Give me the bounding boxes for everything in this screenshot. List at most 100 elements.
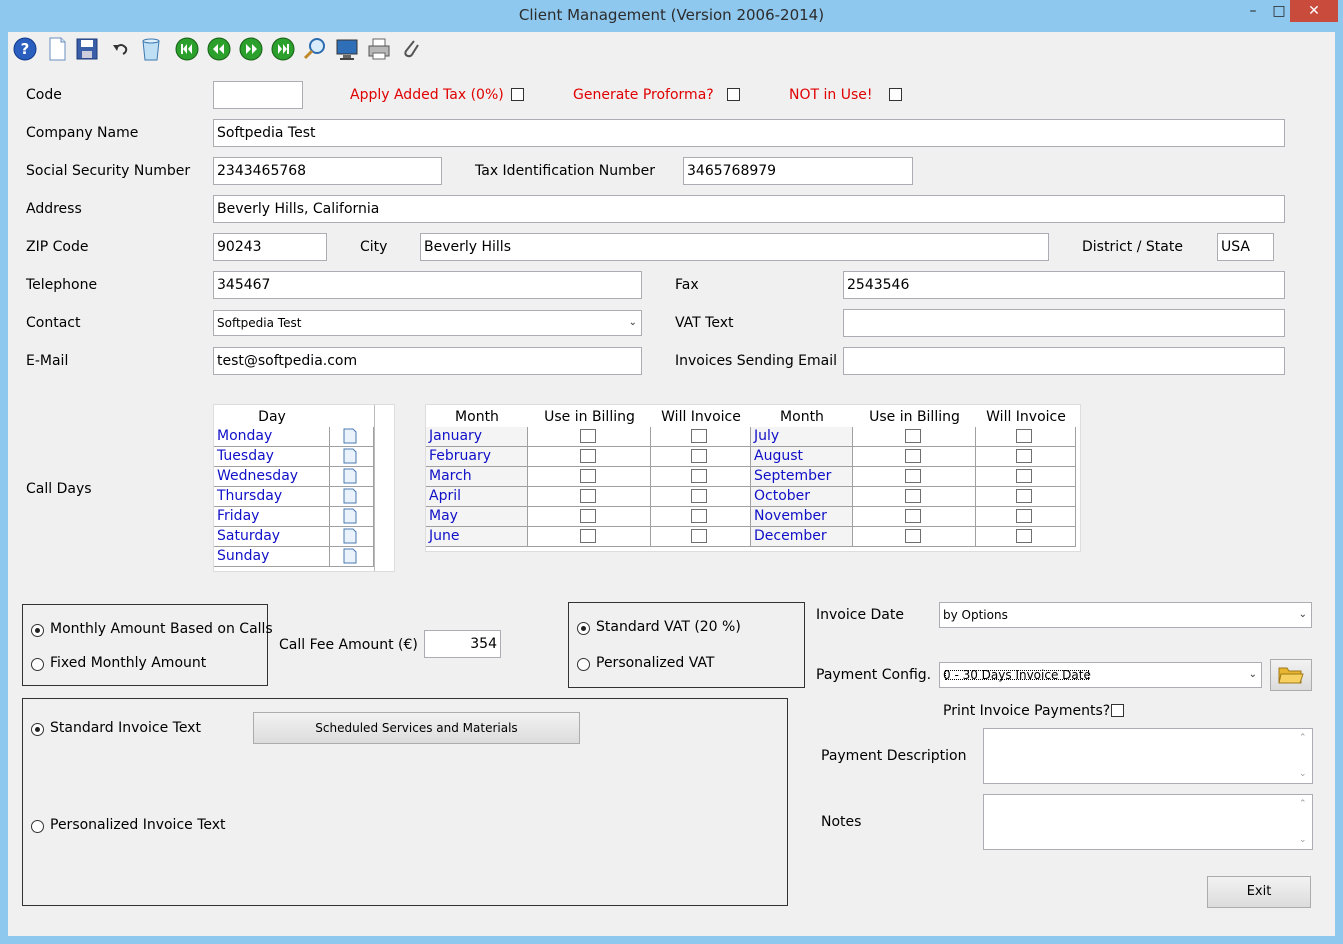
new-icon[interactable]	[44, 36, 70, 62]
close-button[interactable]: ✕	[1290, 0, 1338, 22]
day-cell[interactable]: Sunday	[214, 547, 330, 567]
search-icon[interactable]	[302, 36, 328, 62]
use-in-billing-checkbox[interactable]	[905, 469, 921, 483]
address-input[interactable]: Beverly Hills, California	[213, 195, 1285, 223]
monitor-icon[interactable]	[334, 36, 360, 62]
payment-desc-textarea[interactable]: ⌃ ⌄	[983, 728, 1313, 784]
tin-input[interactable]: 3465768979	[683, 157, 913, 185]
month-cell[interactable]: January	[426, 427, 528, 447]
will-invoice-checkbox[interactable]	[1016, 449, 1032, 463]
will-invoice-checkbox[interactable]	[691, 509, 707, 523]
month-cell[interactable]: March	[426, 467, 528, 487]
payment-config-select[interactable]: 0 - 30 Days Invoice Date ⌄	[939, 662, 1262, 688]
day-cell[interactable]: Saturday	[214, 527, 330, 547]
apply-tax-checkbox[interactable]	[511, 88, 524, 101]
notes-scrollbar[interactable]: ⌃ ⌄	[1295, 795, 1312, 849]
scheduled-services-button[interactable]: Scheduled Services and Materials	[253, 712, 580, 744]
month-cell[interactable]: February	[426, 447, 528, 467]
folder-button[interactable]	[1270, 659, 1312, 691]
invoice-date-select[interactable]: by Options ⌄	[939, 602, 1312, 628]
month-cell[interactable]: May	[426, 507, 528, 527]
previous-icon[interactable]	[206, 36, 232, 62]
will-invoice-checkbox[interactable]	[1016, 429, 1032, 443]
last-icon[interactable]	[270, 36, 296, 62]
monthly-calls-radio[interactable]	[31, 624, 44, 637]
use-in-billing-checkbox[interactable]	[580, 509, 596, 523]
personalized-vat-radio[interactable]	[577, 658, 590, 671]
will-invoice-checkbox[interactable]	[691, 429, 707, 443]
company-input[interactable]: Softpedia Test	[213, 119, 1285, 147]
day-action-cell[interactable]	[330, 487, 374, 507]
month-cell[interactable]: November	[751, 507, 853, 527]
day-action-cell[interactable]	[330, 427, 374, 447]
day-cell[interactable]: Wednesday	[214, 467, 330, 487]
print-payments-checkbox[interactable]	[1111, 704, 1124, 717]
day-action-cell[interactable]	[330, 527, 374, 547]
day-action-cell[interactable]	[330, 467, 374, 487]
day-cell[interactable]: Friday	[214, 507, 330, 527]
email-input[interactable]: test@softpedia.com	[213, 347, 642, 375]
invoice-text-group: Standard Invoice Text Scheduled Services…	[22, 698, 788, 906]
undo-icon[interactable]	[108, 36, 134, 62]
payment-desc-scrollbar[interactable]: ⌃ ⌄	[1295, 729, 1312, 783]
vat-text-input[interactable]	[843, 309, 1285, 337]
city-input[interactable]: Beverly Hills	[420, 233, 1049, 261]
month-cell[interactable]: December	[751, 527, 853, 547]
day-cell[interactable]: Monday	[214, 427, 330, 447]
use-in-billing-checkbox[interactable]	[905, 449, 921, 463]
standard-invoice-radio[interactable]	[31, 723, 44, 736]
use-in-billing-checkbox[interactable]	[905, 489, 921, 503]
fixed-monthly-radio[interactable]	[31, 658, 44, 671]
will-invoice-checkbox[interactable]	[691, 529, 707, 543]
attach-icon[interactable]	[398, 36, 424, 62]
personalized-invoice-radio[interactable]	[31, 820, 44, 833]
delete-icon[interactable]	[138, 36, 164, 62]
next-icon[interactable]	[238, 36, 264, 62]
use-in-billing-checkbox[interactable]	[905, 509, 921, 523]
telephone-input[interactable]: 345467	[213, 271, 642, 299]
month-cell[interactable]: October	[751, 487, 853, 507]
ssn-input[interactable]: 2343465768	[213, 157, 442, 185]
use-in-billing-checkbox[interactable]	[905, 529, 921, 543]
use-in-billing-checkbox[interactable]	[580, 529, 596, 543]
day-action-cell[interactable]	[330, 547, 374, 567]
will-invoice-checkbox[interactable]	[691, 449, 707, 463]
exit-button[interactable]: Exit	[1207, 876, 1311, 908]
notes-textarea[interactable]: ⌃ ⌄	[983, 794, 1313, 850]
day-action-cell[interactable]	[330, 507, 374, 527]
not-in-use-checkbox[interactable]	[889, 88, 902, 101]
first-icon[interactable]	[174, 36, 200, 62]
month-cell[interactable]: June	[426, 527, 528, 547]
contact-select[interactable]: Softpedia Test ⌄	[213, 310, 642, 336]
proforma-checkbox[interactable]	[727, 88, 740, 101]
will-invoice-checkbox[interactable]	[691, 469, 707, 483]
call-fee-input[interactable]: 354	[424, 630, 501, 658]
district-input[interactable]: USA	[1217, 233, 1274, 261]
month-cell[interactable]: April	[426, 487, 528, 507]
code-input[interactable]	[213, 81, 303, 109]
day-action-cell[interactable]	[330, 447, 374, 467]
will-invoice-checkbox[interactable]	[1016, 489, 1032, 503]
day-cell[interactable]: Tuesday	[214, 447, 330, 467]
month-cell[interactable]: September	[751, 467, 853, 487]
invoice-email-input[interactable]	[843, 347, 1285, 375]
will-invoice-checkbox[interactable]	[1016, 469, 1032, 483]
day-cell[interactable]: Thursday	[214, 487, 330, 507]
will-invoice-checkbox[interactable]	[1016, 509, 1032, 523]
use-in-billing-checkbox[interactable]	[580, 489, 596, 503]
use-in-billing-checkbox[interactable]	[905, 429, 921, 443]
will-invoice-checkbox[interactable]	[691, 489, 707, 503]
help-icon[interactable]: ?	[12, 36, 38, 62]
use-in-billing-checkbox[interactable]	[580, 449, 596, 463]
will-invoice-checkbox[interactable]	[1016, 529, 1032, 543]
month-cell[interactable]: July	[751, 427, 853, 447]
print-icon[interactable]	[366, 36, 392, 62]
fax-input[interactable]: 2543546	[843, 271, 1285, 299]
month-cell[interactable]: August	[751, 447, 853, 467]
billing-header-left: Use in Billing	[528, 407, 651, 427]
save-icon[interactable]	[74, 36, 100, 62]
standard-vat-radio[interactable]	[577, 622, 590, 635]
use-in-billing-checkbox[interactable]	[580, 429, 596, 443]
use-in-billing-checkbox[interactable]	[580, 469, 596, 483]
zip-input[interactable]: 90243	[213, 233, 327, 261]
